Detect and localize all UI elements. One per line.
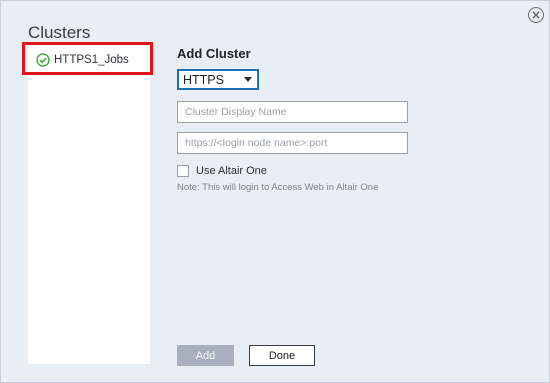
cluster-item-https1-jobs[interactable]: HTTPS1_Jobs: [28, 47, 150, 73]
cluster-url-input[interactable]: [177, 132, 408, 154]
check-circle-icon: [36, 53, 50, 67]
close-icon[interactable]: [528, 7, 544, 23]
add-button[interactable]: Add: [177, 345, 234, 366]
use-altair-one-option[interactable]: Use Altair One: [177, 165, 267, 177]
cluster-display-name-input[interactable]: [177, 101, 408, 123]
protocol-select[interactable]: HTTPS: [177, 69, 259, 90]
add-cluster-title: Add Cluster: [177, 46, 251, 61]
cluster-list: HTTPS1_Jobs: [28, 45, 150, 364]
done-button[interactable]: Done: [249, 345, 315, 366]
chevron-down-icon: [244, 77, 252, 82]
use-altair-one-label: Use Altair One: [196, 165, 267, 177]
cluster-item-label: HTTPS1_Jobs: [54, 54, 129, 66]
altair-one-note: Note: This will login to Access Web in A…: [177, 182, 379, 193]
protocol-select-value: HTTPS: [183, 72, 224, 87]
add-cluster-dialog: Clusters HTTPS1_Jobs Add Cluster HTTPS U…: [0, 0, 550, 383]
use-altair-one-checkbox[interactable]: [177, 165, 189, 177]
clusters-title: Clusters: [28, 23, 91, 42]
